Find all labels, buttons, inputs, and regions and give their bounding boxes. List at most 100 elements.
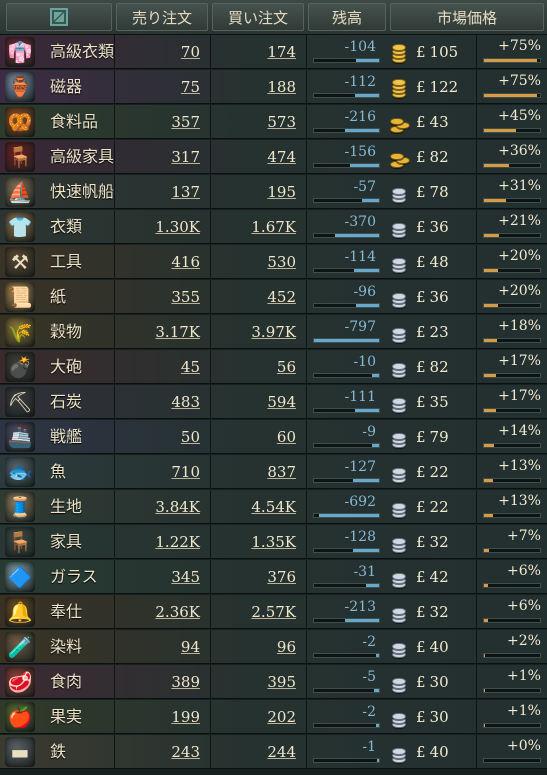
sell-orders-value[interactable]: 70	[181, 35, 200, 69]
price-value: 105	[429, 43, 459, 61]
goods-name[interactable]: ガラス	[50, 560, 98, 594]
sell-orders-value[interactable]: 416	[171, 245, 200, 279]
goods-name[interactable]: 戦艦	[50, 420, 82, 454]
buy-orders-value[interactable]: 202	[267, 700, 296, 734]
sell-orders-value[interactable]: 345	[171, 560, 200, 594]
sell-orders-value[interactable]: 2.36K	[155, 595, 200, 629]
goods-name[interactable]: 石炭	[50, 385, 82, 419]
goods-row[interactable]: 👕 衣類 1.30K 1.67K -370 £36 +21%	[0, 210, 547, 244]
buy-orders-value[interactable]: 96	[277, 630, 296, 664]
buy-orders-value[interactable]: 395	[267, 665, 296, 699]
buy-orders-value[interactable]: 56	[277, 350, 296, 384]
goods-name[interactable]: 奉仕	[50, 595, 82, 629]
sell-orders-value[interactable]: 50	[181, 420, 200, 454]
buy-orders-value[interactable]: 452	[267, 280, 296, 314]
buy-orders-value[interactable]: 837	[267, 455, 296, 489]
artillery-icon: 💣	[5, 352, 35, 382]
buy-orders-value[interactable]: 188	[267, 70, 296, 104]
goods-row[interactable]: 🪑 高級家具 317 474 -156 £82 +36%	[0, 140, 547, 174]
sort-toggle-icon[interactable]	[50, 8, 68, 26]
balance-header[interactable]: 残高	[308, 3, 386, 31]
goods-row[interactable]: 🍎 果実 199 202 -2 £30 +1%	[0, 700, 547, 734]
sell-orders-value[interactable]: 243	[171, 735, 200, 769]
buy-orders-value[interactable]: 530	[267, 245, 296, 279]
goods-row[interactable]: 🥩 食肉 389 395 -5 £30 +1%	[0, 665, 547, 699]
goods-name[interactable]: 生地	[50, 490, 82, 524]
price-change-value: +20%	[498, 248, 541, 264]
sell-orders-value[interactable]: 94	[181, 630, 200, 664]
goods-row[interactable]: 🐟 魚 710 837 -127 £22 +13%	[0, 455, 547, 489]
sell-orders-value[interactable]: 137	[171, 175, 200, 209]
buy-orders-value[interactable]: 573	[267, 105, 296, 139]
market-window: 売り注文 買い注文 残高 市場価格 👘 高級衣類 70 174 -104 £105 +75%…	[0, 0, 547, 775]
goods-name[interactable]: 染料	[50, 630, 82, 664]
goods-row[interactable]: 👘 高級衣類 70 174 -104 £105 +75%	[0, 35, 547, 69]
buy-orders-value[interactable]: 4.54K	[251, 490, 296, 524]
sell-orders-value[interactable]: 3.17K	[155, 315, 200, 349]
goods-row[interactable]: 🚢 戦艦 50 60 -9 £79 +14%	[0, 420, 547, 454]
goods-name[interactable]: 大砲	[50, 350, 82, 384]
buy-orders-value[interactable]: 594	[267, 385, 296, 419]
goods-name[interactable]: 紙	[50, 280, 66, 314]
goods-row[interactable]: 🌾 穀物 3.17K 3.97K -797 £23 +18%	[0, 315, 547, 349]
price-change-value: +14%	[498, 423, 541, 439]
goods-row[interactable]: 🪑 家具 1.22K 1.35K -128 £32 +7%	[0, 525, 547, 559]
goods-row[interactable]: 🧪 染料 94 96 -2 £40 +2%	[0, 630, 547, 664]
goods-row[interactable]: ▬ 鉄 243 244 -1 £40 +0%	[0, 735, 547, 769]
buy-orders-value[interactable]: 174	[267, 35, 296, 69]
goods-row[interactable]: 🧵 生地 3.84K 4.54K -692 £22 +13%	[0, 490, 547, 524]
goods-name[interactable]: 食料品	[50, 105, 98, 139]
price-change-value: +21%	[498, 213, 541, 229]
buy-orders-value[interactable]: 195	[267, 175, 296, 209]
goods-row[interactable]: ⛏ 石炭 483 594 -111 £35 +17%	[0, 385, 547, 419]
goods-row[interactable]: ⚒ 工具 416 530 -114 £48 +20%	[0, 245, 547, 279]
goods-name[interactable]: 衣類	[50, 210, 82, 244]
goods-row[interactable]: 🔷 ガラス 345 376 -31 £42 +6%	[0, 560, 547, 594]
sell-orders-value[interactable]: 1.30K	[155, 210, 200, 244]
balance-value: -213	[344, 599, 376, 615]
buy-orders-value[interactable]: 1.35K	[251, 525, 296, 559]
goods-row[interactable]: 🔔 奉仕 2.36K 2.57K -213 £32 +6%	[0, 595, 547, 629]
sell-orders-value[interactable]: 1.22K	[155, 525, 200, 559]
buy-orders-value[interactable]: 474	[267, 140, 296, 174]
sell-orders-value[interactable]: 199	[171, 700, 200, 734]
buy-orders-value[interactable]: 3.97K	[251, 315, 296, 349]
sell-orders-value[interactable]: 710	[171, 455, 200, 489]
price-change-cell: +17%	[476, 350, 547, 384]
goods-name[interactable]: 家具	[50, 525, 82, 559]
goods-column-header[interactable]	[6, 3, 112, 31]
goods-name[interactable]: 磁器	[50, 70, 82, 104]
goods-row[interactable]: 💣 大砲 45 56 -10 £82 +17%	[0, 350, 547, 384]
goods-name[interactable]: 鉄	[50, 735, 66, 769]
sell-orders-value[interactable]: 317	[171, 140, 200, 174]
goods-row[interactable]: 🥨 食料品 357 573 -216 £43 +45%	[0, 105, 547, 139]
sell-orders-value[interactable]: 75	[181, 70, 200, 104]
goods-name[interactable]: 果実	[50, 700, 82, 734]
buy-orders-value[interactable]: 60	[277, 420, 296, 454]
goods-row[interactable]: ⛵ 快速帆船 137 195 -57 £78 +31%	[0, 175, 547, 209]
goods-name[interactable]: 工具	[50, 245, 82, 279]
sell-orders-value[interactable]: 483	[171, 385, 200, 419]
sell-orders-value[interactable]: 357	[171, 105, 200, 139]
sell-orders-value[interactable]: 355	[171, 280, 200, 314]
goods-row[interactable]: 🏺 磁器 75 188 -112 £122 +75%	[0, 70, 547, 104]
goods-row[interactable]: 📜 紙 355 452 -96 £36 +20%	[0, 280, 547, 314]
market-price-header[interactable]: 市場価格	[390, 3, 544, 31]
buy-orders-value[interactable]: 2.57K	[251, 595, 296, 629]
sell-orders-value[interactable]: 3.84K	[155, 490, 200, 524]
goods-name[interactable]: 高級家具	[50, 140, 114, 174]
sell-orders-header[interactable]: 売り注文	[116, 3, 208, 31]
goods-name[interactable]: 高級衣類	[50, 35, 114, 69]
buy-orders-value[interactable]: 244	[267, 735, 296, 769]
buy-orders-header[interactable]: 買い注文	[212, 3, 304, 31]
balance-cell: -216	[306, 105, 386, 139]
goods-name[interactable]: 魚	[50, 455, 66, 489]
sell-orders-value[interactable]: 45	[181, 350, 200, 384]
goods-name[interactable]: 穀物	[50, 315, 82, 349]
sell-orders-value[interactable]: 389	[171, 665, 200, 699]
buy-orders-value[interactable]: 376	[267, 560, 296, 594]
price-change-value: +18%	[498, 318, 541, 334]
buy-orders-value[interactable]: 1.67K	[251, 210, 296, 244]
goods-name[interactable]: 食肉	[50, 665, 82, 699]
goods-name[interactable]: 快速帆船	[50, 175, 114, 209]
